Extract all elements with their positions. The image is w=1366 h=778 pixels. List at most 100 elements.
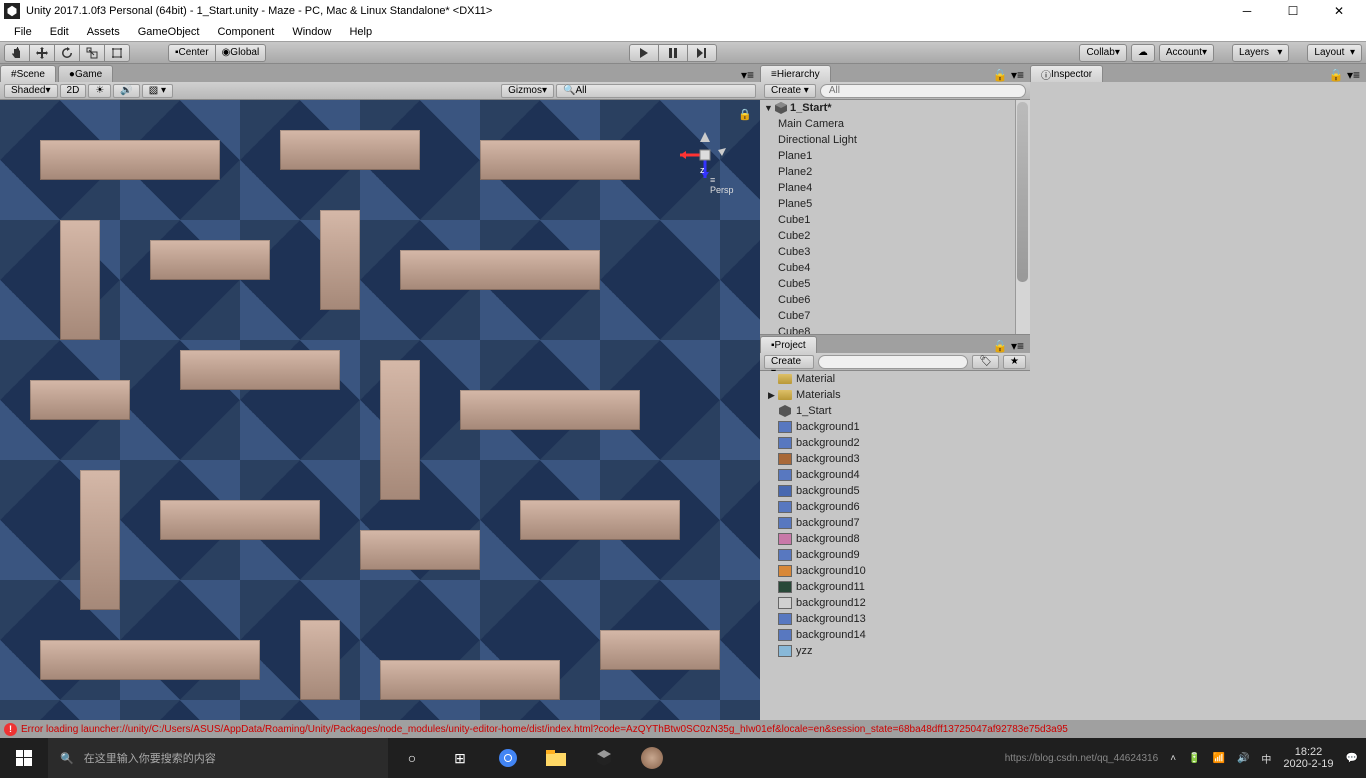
menu-window[interactable]: Window [284,24,339,40]
project-folder[interactable]: Material [760,371,1030,387]
hierarchy-item[interactable]: Cube4 [760,260,1030,276]
hierarchy-create-dropdown[interactable]: Create ▾ [764,84,816,98]
account-dropdown[interactable]: Account ▾ [1159,44,1214,62]
unity-taskbar-icon[interactable] [580,738,628,778]
menu-gameobject[interactable]: GameObject [130,24,208,40]
project-asset[interactable]: background6 [760,499,1030,515]
persp-label[interactable]: ≡ Persp [710,175,740,195]
tab-hierarchy[interactable]: ≡ Hierarchy [760,65,831,82]
project-asset[interactable]: background10 [760,563,1030,579]
project-asset[interactable]: background13 [760,611,1030,627]
collab-dropdown[interactable]: Collab ▾ [1079,44,1126,62]
hand-tool[interactable] [4,44,30,62]
project-folder[interactable]: ▶Materials [760,387,1030,403]
hierarchy-item[interactable]: Plane1 [760,148,1030,164]
menu-help[interactable]: Help [341,24,380,40]
panel-options-icon[interactable]: ▾≡ [735,68,760,82]
hierarchy-item[interactable]: Main Camera [760,116,1030,132]
hierarchy-item[interactable]: Cube3 [760,244,1030,260]
battery-icon[interactable]: 🔋 [1188,753,1200,764]
scene-view[interactable]: z ≡ Persp 🔒 [0,100,760,720]
project-asset[interactable]: background4 [760,467,1030,483]
hierarchy-item[interactable]: Cube8 [760,324,1030,334]
project-asset[interactable]: background1 [760,419,1030,435]
start-button[interactable] [0,738,48,778]
chrome-icon[interactable] [484,738,532,778]
hierarchy-item[interactable]: Plane5 [760,196,1030,212]
project-create-dropdown[interactable]: Create ▾ [764,355,814,369]
tab-inspector[interactable]: ⓘ Inspector [1030,65,1103,82]
project-asset[interactable]: yzz [760,643,1030,659]
layers-dropdown[interactable]: Layers ▾ [1232,44,1289,62]
system-tray[interactable]: https://blog.csdn.net/qq_44624316 ˄ 🔋 📶 … [997,746,1366,770]
project-asset[interactable]: background2 [760,435,1030,451]
cortana-icon[interactable]: ○ [388,738,436,778]
gizmos-dropdown[interactable]: Gizmos ▾ [501,84,554,98]
tab-scene[interactable]: # Scene [0,65,56,82]
scene-search[interactable]: 🔍 All [556,84,756,98]
lighting-toggle[interactable]: ☀ [88,84,111,98]
hierarchy-item[interactable]: Plane2 [760,164,1030,180]
inspector-options-icon[interactable]: 🔒 ▾≡ [1323,68,1366,82]
search-save-icon[interactable]: ★ [1003,355,1026,369]
cloud-button[interactable]: ☁ [1131,44,1155,62]
project-scene-asset[interactable]: 1_Start [760,403,1030,419]
menu-file[interactable]: File [6,24,40,40]
tab-project[interactable]: ▪ Project [760,336,817,353]
project-asset[interactable]: background5 [760,483,1030,499]
pause-button[interactable] [658,44,688,62]
pivot-center-toggle[interactable]: ▪ Center [168,44,216,62]
scale-tool[interactable] [79,44,105,62]
ime-icon[interactable]: 中 [1261,751,1271,766]
play-button[interactable] [629,44,659,62]
menu-edit[interactable]: Edit [42,24,77,40]
project-asset[interactable]: background8 [760,531,1030,547]
project-search[interactable] [818,355,968,369]
project-asset[interactable]: background3 [760,451,1030,467]
project-asset[interactable]: background14 [760,627,1030,643]
app-icon[interactable] [628,738,676,778]
project-asset[interactable]: background12 [760,595,1030,611]
menu-assets[interactable]: Assets [79,24,128,40]
hierarchy-item[interactable]: Cube1 [760,212,1030,228]
project-tree[interactable]: Material▶Materials1_Startbackground1back… [760,371,1030,720]
lock-icon[interactable]: 🔒 [738,108,752,121]
hierarchy-item[interactable]: Cube7 [760,308,1030,324]
maximize-button[interactable]: ☐ [1270,0,1316,22]
local-global-toggle[interactable]: ◉ Global [215,44,267,62]
search-filter-icon[interactable]: 🏷 [972,355,999,369]
move-tool[interactable] [29,44,55,62]
hierarchy-item[interactable]: Cube2 [760,228,1030,244]
hierarchy-item[interactable]: Cube5 [760,276,1030,292]
minimize-button[interactable]: ─ [1224,0,1270,22]
taskbar-search[interactable]: 🔍在这里输入你要搜索的内容 [48,738,388,778]
hierarchy-tree[interactable]: ▼ 1_Start* ▾≡ Main CameraDirectional Lig… [760,100,1030,334]
menu-component[interactable]: Component [209,24,282,40]
explorer-icon[interactable] [532,738,580,778]
shaded-dropdown[interactable]: Shaded ▾ [4,84,58,98]
wifi-icon[interactable]: 📶 [1212,753,1224,764]
hierarchy-item[interactable]: Plane4 [760,180,1030,196]
notifications-icon[interactable]: 💬 [1346,753,1358,764]
clock[interactable]: 18:22 2020-2-19 [1283,746,1333,770]
orientation-gizmo[interactable]: z ≡ Persp [670,120,740,190]
layout-dropdown[interactable]: Layout ▾ [1307,44,1362,62]
project-asset[interactable]: background11 [760,579,1030,595]
tab-game[interactable]: ● Game [58,65,113,82]
hierarchy-scene-root[interactable]: ▼ 1_Start* ▾≡ [760,100,1030,116]
project-asset[interactable]: background7 [760,515,1030,531]
hierarchy-item[interactable]: Directional Light [760,132,1030,148]
step-button[interactable] [687,44,717,62]
hierarchy-options-icon[interactable]: 🔒 ▾≡ [987,68,1030,82]
tray-up-icon[interactable]: ˄ [1170,753,1176,764]
hierarchy-search[interactable] [820,84,1026,98]
audio-toggle[interactable]: 🔊 [113,84,139,98]
hierarchy-item[interactable]: Cube6 [760,292,1030,308]
taskview-icon[interactable]: ⊞ [436,738,484,778]
project-asset[interactable]: background9 [760,547,1030,563]
close-button[interactable]: ✕ [1316,0,1362,22]
fx-dropdown[interactable]: ▧ ▾ [142,84,173,98]
rotate-tool[interactable] [54,44,80,62]
volume-icon[interactable]: 🔊 [1237,753,1249,764]
console-statusbar[interactable]: ! Error loading launcher://unity/C:/User… [0,720,1366,738]
